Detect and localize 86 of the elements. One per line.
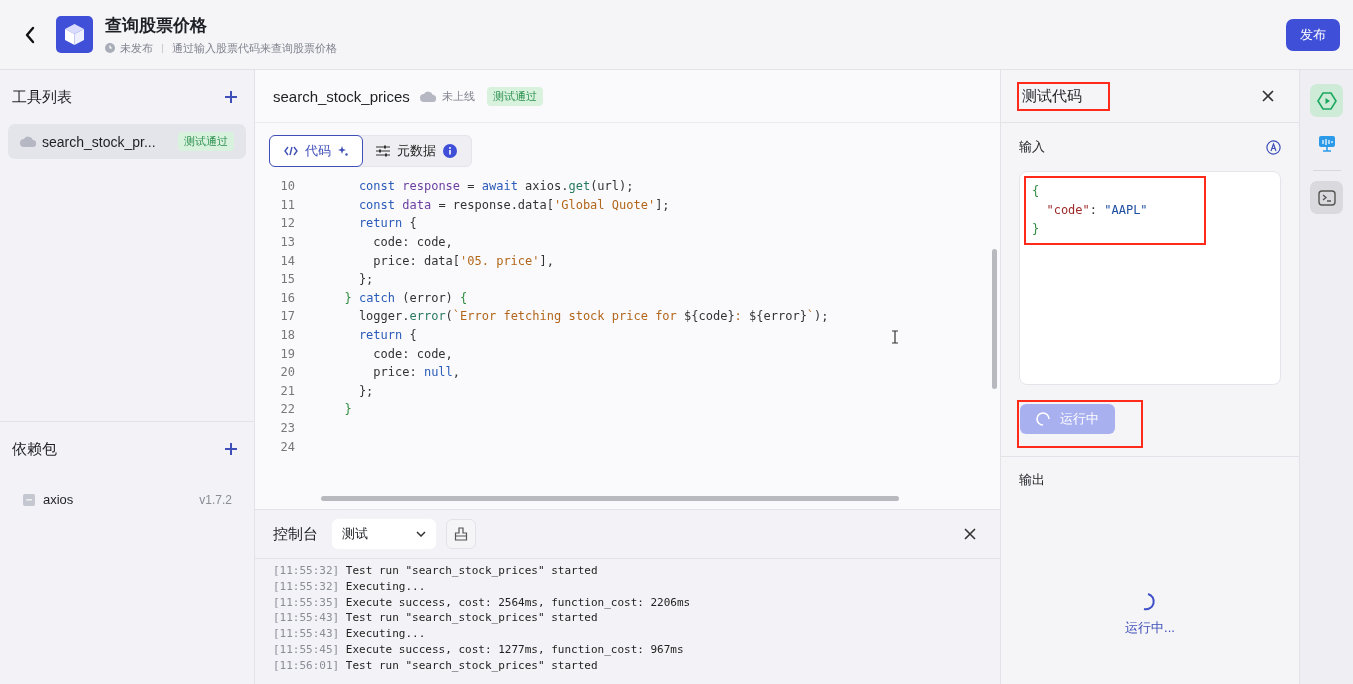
log-line: [11:55:43] Test run "search_stock_prices" started [273, 610, 599, 627]
add-icon[interactable] [224, 90, 238, 104]
line-number: 12 [279, 216, 296, 231]
line-number: 13 [279, 235, 296, 250]
close-icon[interactable] [964, 528, 976, 540]
cloud-icon [419, 90, 436, 102]
broom-icon [454, 527, 468, 541]
play-hexagon-icon [1316, 90, 1337, 111]
log-line: [11:55:43] Executing... [273, 626, 427, 642]
online-status: 未上线 [441, 88, 475, 104]
status-badge: 测试通过 [178, 132, 234, 151]
log-line: [11:56:01] Test run "search_stock_prices" started [273, 657, 599, 674]
section-title: 依赖包 [12, 439, 57, 459]
tool-title: search_stock_prices [273, 87, 410, 105]
editor-tab[interactable]: 代码 [269, 135, 363, 167]
letter-circle-icon[interactable] [1266, 139, 1281, 155]
output-label: 输出 [1019, 471, 1046, 489]
status-badge: 测试通过 [486, 86, 543, 106]
section-title: 工具列表 [12, 87, 72, 107]
line-number: 24 [279, 439, 296, 454]
cube-logo-icon [56, 16, 93, 53]
line-number: 15 [279, 272, 296, 287]
horizontal-scrollbar[interactable] [321, 496, 899, 501]
line-number: 22 [279, 402, 296, 417]
code-line: price: data['05. price'], [372, 253, 554, 268]
tool-item[interactable]: search_stock_pr... 测试通过 [8, 124, 246, 159]
output-status: 运行中... [1125, 619, 1175, 637]
log-line: [11:55:32] Test run "search_stock_prices" started [273, 563, 599, 579]
back-icon[interactable] [24, 25, 36, 44]
caret-icon [416, 531, 426, 537]
line-number: 18 [279, 328, 296, 343]
monitor-icon [1317, 134, 1336, 153]
panel-title: 测试代码 [1019, 83, 1108, 109]
log-line: [11:55:32] Executing... [273, 578, 427, 595]
package-name: axios [43, 492, 75, 507]
line-number: 20 [279, 365, 296, 380]
add-icon[interactable] [224, 442, 238, 456]
line-number: 17 [279, 309, 296, 324]
app-title: 查询股票价格 [105, 14, 208, 37]
spinner-icon [1036, 412, 1050, 426]
app-description: 通过输入股票代码来查询股票价格 [172, 40, 337, 56]
clock-icon [105, 43, 115, 53]
code-line: }; [357, 272, 374, 287]
log-line: [11:55:45] Execute success, cost: 1277ms, function_cost: 967ms [273, 642, 685, 658]
publish-status: 未发布 [120, 40, 153, 56]
vertical-scrollbar[interactable] [992, 249, 997, 389]
text-cursor-icon [891, 330, 899, 344]
code-line: } catch (error) { [343, 290, 468, 305]
sliders-icon [376, 145, 390, 157]
side-tool-button[interactable] [1310, 181, 1343, 214]
line-number: 23 [279, 421, 296, 435]
close-icon[interactable] [1262, 90, 1274, 102]
package-icon [23, 493, 35, 506]
line-number: 11 [279, 197, 296, 212]
code-icon [284, 146, 298, 156]
line-number: 14 [279, 253, 296, 268]
cloud-icon [20, 136, 36, 147]
code-line: code: code, [372, 346, 453, 361]
log-line: [11:55:35] Execute success, cost: 2564ms, function_cost: 2206ms [273, 594, 692, 611]
json-input-field[interactable]: { "code": "AAPL" } [1019, 171, 1281, 385]
package-version: v1.7.2 [199, 492, 232, 507]
code-line: price: null, [372, 365, 461, 380]
clear-button[interactable] [446, 519, 476, 549]
tool-name: search_stock_pr... [42, 133, 157, 150]
line-number: 16 [279, 290, 296, 305]
code-line: return { [357, 328, 417, 343]
line-number: 10 [279, 179, 296, 194]
editor-tab[interactable]: 元数据 [362, 136, 471, 166]
code-line: }; [357, 383, 374, 398]
code-line: code: code, [372, 235, 453, 250]
spinner-icon [1142, 593, 1158, 611]
code-line: return { [357, 216, 417, 231]
code-line: const response = await axios.get(url); [357, 179, 634, 194]
line-number: 19 [279, 346, 296, 361]
console-title: 控制台 [273, 524, 318, 544]
input-label: 输入 [1019, 138, 1045, 156]
terminal-icon [1317, 189, 1336, 206]
side-tool-button[interactable] [1310, 84, 1343, 117]
code-line: } [343, 402, 352, 417]
info-icon [443, 144, 457, 158]
filter-dropdown[interactable]: 测试 [332, 519, 436, 549]
code-line: logger.error(`Error fetching stock price for ${code}: ${error}`); [357, 309, 829, 324]
sparkle-icon [338, 146, 348, 156]
publish-button[interactable]: 发布 [1286, 18, 1340, 51]
line-number: 21 [279, 383, 296, 398]
code-line: const data = response.data['Global Quote']; [357, 197, 670, 212]
